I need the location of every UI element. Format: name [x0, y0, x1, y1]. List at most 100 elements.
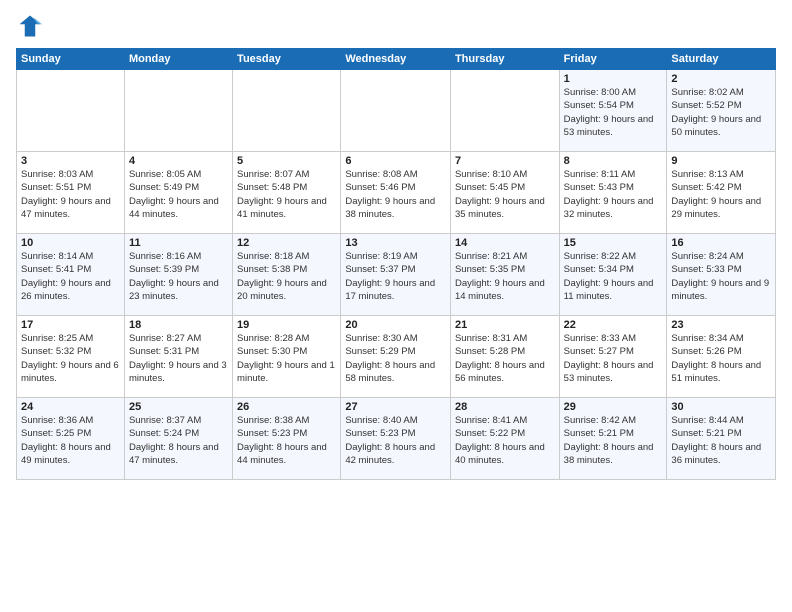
calendar-cell-5-1: 24Sunrise: 8:36 AM Sunset: 5:25 PM Dayli…: [17, 398, 125, 480]
calendar-cell-1-6: 1Sunrise: 8:00 AM Sunset: 5:54 PM Daylig…: [559, 70, 667, 152]
day-number: 15: [564, 237, 663, 249]
logo-icon: [16, 12, 44, 40]
day-number: 2: [671, 73, 771, 85]
day-info: Sunrise: 8:05 AM Sunset: 5:49 PM Dayligh…: [129, 168, 228, 221]
calendar-cell-4-4: 20Sunrise: 8:30 AM Sunset: 5:29 PM Dayli…: [341, 316, 451, 398]
calendar-cell-5-5: 28Sunrise: 8:41 AM Sunset: 5:22 PM Dayli…: [450, 398, 559, 480]
calendar-cell-1-3: [233, 70, 341, 152]
day-number: 5: [237, 155, 336, 167]
calendar-cell-4-1: 17Sunrise: 8:25 AM Sunset: 5:32 PM Dayli…: [17, 316, 125, 398]
day-info: Sunrise: 8:31 AM Sunset: 5:28 PM Dayligh…: [455, 332, 555, 385]
day-number: 28: [455, 401, 555, 413]
calendar-cell-2-7: 9Sunrise: 8:13 AM Sunset: 5:42 PM Daylig…: [667, 152, 776, 234]
header: [16, 12, 776, 40]
day-info: Sunrise: 8:16 AM Sunset: 5:39 PM Dayligh…: [129, 250, 228, 303]
calendar-cell-3-5: 14Sunrise: 8:21 AM Sunset: 5:35 PM Dayli…: [450, 234, 559, 316]
day-number: 9: [671, 155, 771, 167]
day-number: 4: [129, 155, 228, 167]
day-info: Sunrise: 8:10 AM Sunset: 5:45 PM Dayligh…: [455, 168, 555, 221]
day-info: Sunrise: 8:24 AM Sunset: 5:33 PM Dayligh…: [671, 250, 771, 303]
day-info: Sunrise: 8:38 AM Sunset: 5:23 PM Dayligh…: [237, 414, 336, 467]
day-number: 7: [455, 155, 555, 167]
day-number: 13: [345, 237, 446, 249]
day-number: 27: [345, 401, 446, 413]
day-info: Sunrise: 8:03 AM Sunset: 5:51 PM Dayligh…: [21, 168, 120, 221]
calendar-cell-4-2: 18Sunrise: 8:27 AM Sunset: 5:31 PM Dayli…: [124, 316, 232, 398]
day-info: Sunrise: 8:08 AM Sunset: 5:46 PM Dayligh…: [345, 168, 446, 221]
calendar-week-4: 17Sunrise: 8:25 AM Sunset: 5:32 PM Dayli…: [17, 316, 776, 398]
day-number: 14: [455, 237, 555, 249]
day-info: Sunrise: 8:19 AM Sunset: 5:37 PM Dayligh…: [345, 250, 446, 303]
calendar-weekday-thursday: Thursday: [450, 49, 559, 70]
day-number: 20: [345, 319, 446, 331]
day-number: 22: [564, 319, 663, 331]
day-number: 6: [345, 155, 446, 167]
day-number: 24: [21, 401, 120, 413]
logo: [16, 12, 48, 40]
day-info: Sunrise: 8:25 AM Sunset: 5:32 PM Dayligh…: [21, 332, 120, 385]
day-number: 21: [455, 319, 555, 331]
day-number: 23: [671, 319, 771, 331]
page: SundayMondayTuesdayWednesdayThursdayFrid…: [0, 0, 792, 612]
calendar-cell-4-6: 22Sunrise: 8:33 AM Sunset: 5:27 PM Dayli…: [559, 316, 667, 398]
calendar-cell-2-6: 8Sunrise: 8:11 AM Sunset: 5:43 PM Daylig…: [559, 152, 667, 234]
day-number: 29: [564, 401, 663, 413]
day-number: 30: [671, 401, 771, 413]
calendar-cell-4-7: 23Sunrise: 8:34 AM Sunset: 5:26 PM Dayli…: [667, 316, 776, 398]
calendar-cell-4-3: 19Sunrise: 8:28 AM Sunset: 5:30 PM Dayli…: [233, 316, 341, 398]
calendar-cell-1-2: [124, 70, 232, 152]
calendar-cell-1-7: 2Sunrise: 8:02 AM Sunset: 5:52 PM Daylig…: [667, 70, 776, 152]
day-number: 12: [237, 237, 336, 249]
calendar-cell-5-2: 25Sunrise: 8:37 AM Sunset: 5:24 PM Dayli…: [124, 398, 232, 480]
day-number: 3: [21, 155, 120, 167]
calendar-cell-3-3: 12Sunrise: 8:18 AM Sunset: 5:38 PM Dayli…: [233, 234, 341, 316]
calendar-cell-5-3: 26Sunrise: 8:38 AM Sunset: 5:23 PM Dayli…: [233, 398, 341, 480]
day-info: Sunrise: 8:30 AM Sunset: 5:29 PM Dayligh…: [345, 332, 446, 385]
day-number: 11: [129, 237, 228, 249]
calendar-week-5: 24Sunrise: 8:36 AM Sunset: 5:25 PM Dayli…: [17, 398, 776, 480]
day-info: Sunrise: 8:18 AM Sunset: 5:38 PM Dayligh…: [237, 250, 336, 303]
calendar-cell-2-3: 5Sunrise: 8:07 AM Sunset: 5:48 PM Daylig…: [233, 152, 341, 234]
day-info: Sunrise: 8:07 AM Sunset: 5:48 PM Dayligh…: [237, 168, 336, 221]
calendar-cell-1-1: [17, 70, 125, 152]
calendar-cell-2-1: 3Sunrise: 8:03 AM Sunset: 5:51 PM Daylig…: [17, 152, 125, 234]
calendar-table: SundayMondayTuesdayWednesdayThursdayFrid…: [16, 48, 776, 480]
day-info: Sunrise: 8:34 AM Sunset: 5:26 PM Dayligh…: [671, 332, 771, 385]
day-number: 17: [21, 319, 120, 331]
calendar-cell-3-2: 11Sunrise: 8:16 AM Sunset: 5:39 PM Dayli…: [124, 234, 232, 316]
day-info: Sunrise: 8:00 AM Sunset: 5:54 PM Dayligh…: [564, 86, 663, 139]
day-info: Sunrise: 8:21 AM Sunset: 5:35 PM Dayligh…: [455, 250, 555, 303]
calendar-cell-3-4: 13Sunrise: 8:19 AM Sunset: 5:37 PM Dayli…: [341, 234, 451, 316]
calendar-cell-2-2: 4Sunrise: 8:05 AM Sunset: 5:49 PM Daylig…: [124, 152, 232, 234]
day-info: Sunrise: 8:36 AM Sunset: 5:25 PM Dayligh…: [21, 414, 120, 467]
day-info: Sunrise: 8:11 AM Sunset: 5:43 PM Dayligh…: [564, 168, 663, 221]
calendar-weekday-monday: Monday: [124, 49, 232, 70]
calendar-cell-1-5: [450, 70, 559, 152]
calendar-weekday-sunday: Sunday: [17, 49, 125, 70]
day-info: Sunrise: 8:42 AM Sunset: 5:21 PM Dayligh…: [564, 414, 663, 467]
calendar-week-2: 3Sunrise: 8:03 AM Sunset: 5:51 PM Daylig…: [17, 152, 776, 234]
calendar-cell-2-5: 7Sunrise: 8:10 AM Sunset: 5:45 PM Daylig…: [450, 152, 559, 234]
calendar-weekday-saturday: Saturday: [667, 49, 776, 70]
calendar-week-3: 10Sunrise: 8:14 AM Sunset: 5:41 PM Dayli…: [17, 234, 776, 316]
day-info: Sunrise: 8:02 AM Sunset: 5:52 PM Dayligh…: [671, 86, 771, 139]
day-number: 8: [564, 155, 663, 167]
day-number: 16: [671, 237, 771, 249]
calendar-weekday-friday: Friday: [559, 49, 667, 70]
calendar-weekday-wednesday: Wednesday: [341, 49, 451, 70]
day-info: Sunrise: 8:40 AM Sunset: 5:23 PM Dayligh…: [345, 414, 446, 467]
day-info: Sunrise: 8:22 AM Sunset: 5:34 PM Dayligh…: [564, 250, 663, 303]
day-info: Sunrise: 8:33 AM Sunset: 5:27 PM Dayligh…: [564, 332, 663, 385]
day-info: Sunrise: 8:13 AM Sunset: 5:42 PM Dayligh…: [671, 168, 771, 221]
calendar-cell-5-6: 29Sunrise: 8:42 AM Sunset: 5:21 PM Dayli…: [559, 398, 667, 480]
day-number: 25: [129, 401, 228, 413]
calendar-cell-5-4: 27Sunrise: 8:40 AM Sunset: 5:23 PM Dayli…: [341, 398, 451, 480]
day-info: Sunrise: 8:37 AM Sunset: 5:24 PM Dayligh…: [129, 414, 228, 467]
day-number: 19: [237, 319, 336, 331]
day-number: 1: [564, 73, 663, 85]
calendar-cell-5-7: 30Sunrise: 8:44 AM Sunset: 5:21 PM Dayli…: [667, 398, 776, 480]
calendar-cell-1-4: [341, 70, 451, 152]
day-number: 26: [237, 401, 336, 413]
calendar-cell-4-5: 21Sunrise: 8:31 AM Sunset: 5:28 PM Dayli…: [450, 316, 559, 398]
day-info: Sunrise: 8:28 AM Sunset: 5:30 PM Dayligh…: [237, 332, 336, 385]
